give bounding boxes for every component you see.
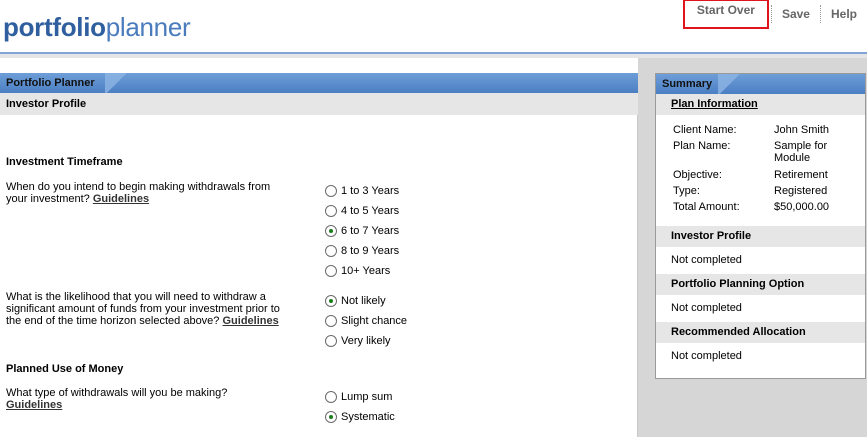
- radio-button-selected[interactable]: [325, 411, 337, 423]
- radio-label: Systematic: [341, 411, 395, 423]
- portfolio-planner-header: Portfolio Planner: [0, 73, 638, 93]
- radio-label: Slight chance: [341, 315, 408, 327]
- radio-button[interactable]: [325, 335, 337, 347]
- plan-info-row: Type: Registered: [673, 185, 863, 197]
- radio-button[interactable]: [325, 185, 337, 197]
- radio-button-selected[interactable]: [325, 225, 337, 237]
- planning-option-status: Not completed: [671, 302, 742, 314]
- plan-info-key: Objective:: [673, 169, 722, 181]
- radio-option[interactable]: Very likely: [325, 334, 391, 348]
- plan-info-value: Registered: [774, 185, 828, 197]
- radio-option[interactable]: Not likely: [325, 294, 386, 308]
- planning-option-section: Portfolio Planning Option: [656, 274, 865, 295]
- plan-info-key: Total Amount:: [673, 201, 740, 213]
- plan-info-row: Objective: Retirement: [673, 169, 863, 181]
- radio-option[interactable]: Lump sum: [325, 390, 392, 404]
- radio-button[interactable]: [325, 205, 337, 217]
- question-withdrawals: What type of withdrawals will you be mak…: [6, 387, 286, 411]
- question-timeframe: When do you intend to begin making withd…: [6, 181, 286, 205]
- radio-option[interactable]: Slight chance: [325, 314, 407, 328]
- plan-info-key: Plan Name:: [673, 140, 731, 152]
- plan-information-link[interactable]: Plan Information: [671, 98, 758, 110]
- plan-info-table: Client Name: John Smith Plan Name: Sample …: [656, 115, 865, 226]
- section-title-timeframe: Investment Timeframe: [6, 156, 123, 168]
- investor-profile-section: Investor Profile: [656, 226, 865, 247]
- summary-panel: Summary Plan Information Client Name: Joh…: [655, 73, 866, 379]
- question-text: What type of withdrawals will you be mak…: [6, 387, 228, 399]
- radio-option[interactable]: 4 to 5 Years: [325, 204, 399, 218]
- top-navigation: Start Over Save Help: [682, 0, 867, 29]
- app-logo: portfolioplanner: [3, 12, 191, 42]
- radio-label: 4 to 5 Years: [341, 205, 400, 217]
- logo-part-1: portfolio: [3, 12, 106, 42]
- radio-button[interactable]: [325, 315, 337, 327]
- plan-info-row: Plan Name: Sample for Module: [673, 140, 863, 164]
- radio-button[interactable]: [325, 265, 337, 277]
- plan-info-value: Retirement: [774, 169, 828, 181]
- help-button[interactable]: Help: [821, 4, 867, 24]
- section-title-planned-use: Planned Use of Money: [6, 363, 124, 375]
- plan-info-row: Total Amount: $50,000.00: [673, 201, 863, 213]
- plan-info-key: Type:: [673, 185, 700, 197]
- summary-header: Summary: [656, 74, 865, 94]
- radio-label: Lump sum: [341, 391, 393, 403]
- start-over-button[interactable]: Start Over: [682, 0, 769, 29]
- plan-information-section: Plan Information: [656, 94, 865, 115]
- radio-label: Very likely: [341, 335, 391, 347]
- radio-label: 8 to 9 Years: [341, 245, 400, 257]
- radio-label: 10+ Years: [341, 265, 391, 277]
- plan-info-row: Client Name: John Smith: [673, 124, 863, 136]
- radio-label: 1 to 3 Years: [341, 185, 400, 197]
- guidelines-link[interactable]: Guidelines: [222, 315, 278, 327]
- radio-button-selected[interactable]: [325, 295, 337, 307]
- radio-option[interactable]: 1 to 3 Years: [325, 184, 399, 198]
- panel-title: Portfolio Planner: [6, 77, 95, 89]
- plan-info-value: Sample for Module: [774, 140, 828, 164]
- radio-button[interactable]: [325, 245, 337, 257]
- save-button[interactable]: Save: [772, 4, 820, 24]
- questionnaire: Investment Timeframe When do you intend …: [0, 115, 638, 437]
- plan-info-value: John Smith: [774, 124, 830, 136]
- plan-info-value: $50,000.00: [774, 201, 830, 213]
- recommended-allocation-status: Not completed: [671, 350, 742, 362]
- radio-label: 6 to 7 Years: [341, 225, 400, 237]
- radio-label: Not likely: [341, 295, 386, 307]
- guidelines-link[interactable]: Guidelines: [93, 193, 149, 205]
- summary-title: Summary: [662, 78, 713, 90]
- guidelines-link[interactable]: Guidelines: [6, 399, 62, 411]
- header-tab-decoration: [105, 73, 129, 93]
- investor-profile-status: Not completed: [671, 254, 742, 266]
- radio-option[interactable]: 6 to 7 Years: [325, 224, 399, 238]
- radio-option[interactable]: 10+ Years: [325, 264, 390, 278]
- radio-option[interactable]: Systematic: [325, 410, 395, 424]
- plan-info-key: Client Name:: [673, 124, 737, 136]
- radio-button[interactable]: [325, 391, 337, 403]
- header-tab-decoration: [718, 74, 742, 94]
- logo-part-2: planner: [105, 12, 191, 42]
- radio-option[interactable]: 8 to 9 Years: [325, 244, 399, 258]
- recommended-allocation-section: Recommended Allocation: [656, 322, 865, 343]
- investor-profile-subheader: Investor Profile: [0, 93, 638, 115]
- question-likelihood: What is the likelihood that you will nee…: [6, 291, 286, 327]
